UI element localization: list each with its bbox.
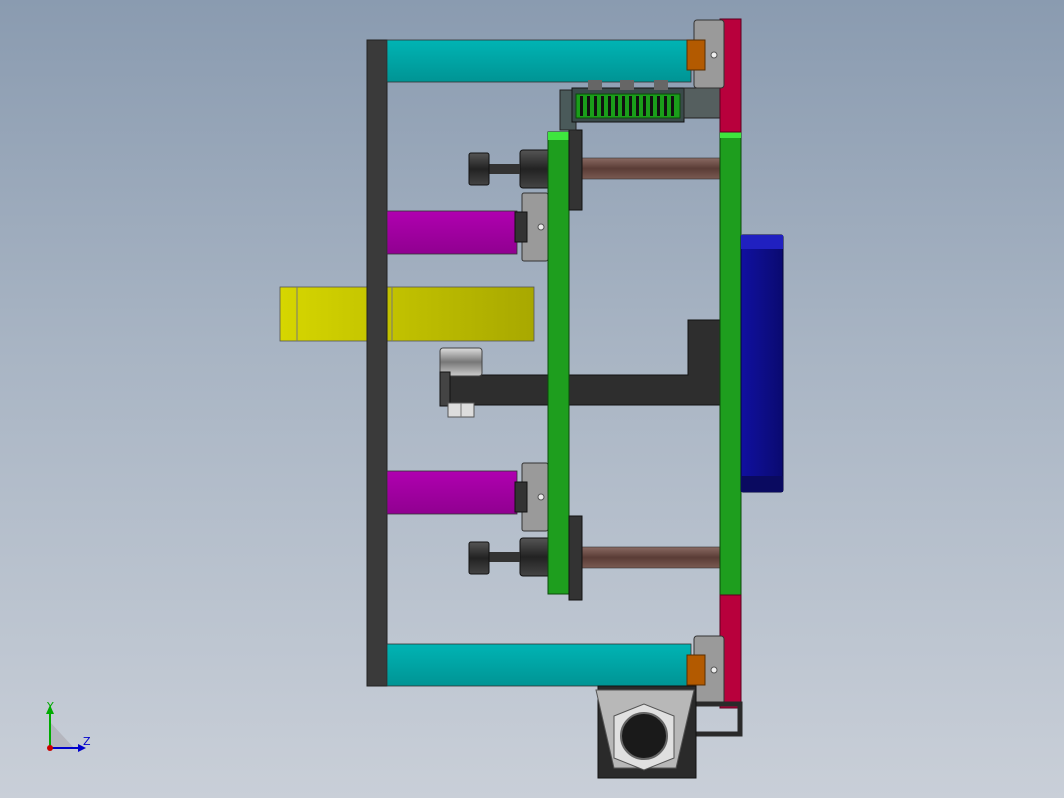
slider-block-lower bbox=[514, 462, 549, 532]
assembly-drawing: Y Z bbox=[46, 18, 784, 779]
triad-x-axis-dot bbox=[47, 745, 53, 751]
cyan-rail-bottom bbox=[386, 643, 692, 687]
outer-green-plate bbox=[719, 131, 742, 596]
slider-block-upper bbox=[514, 192, 549, 262]
cad-viewport[interactable]: Y Z bbox=[0, 0, 1064, 798]
threaded-rod-upper bbox=[468, 149, 721, 189]
triad-z-label: Z bbox=[83, 735, 91, 748]
left-frame-plate bbox=[366, 39, 388, 687]
magenta-rail-lower bbox=[386, 470, 518, 515]
cyan-rail-top bbox=[386, 39, 692, 83]
magenta-rail-upper bbox=[386, 210, 518, 255]
blue-motor bbox=[740, 234, 784, 493]
inner-green-plate bbox=[547, 129, 583, 601]
view-orientation-triad: Y Z bbox=[46, 700, 91, 752]
triad-y-label: Y bbox=[46, 700, 54, 713]
yellow-shaft bbox=[279, 286, 535, 342]
bearing-block-top bbox=[686, 19, 725, 89]
threaded-rod-lower bbox=[468, 537, 721, 577]
